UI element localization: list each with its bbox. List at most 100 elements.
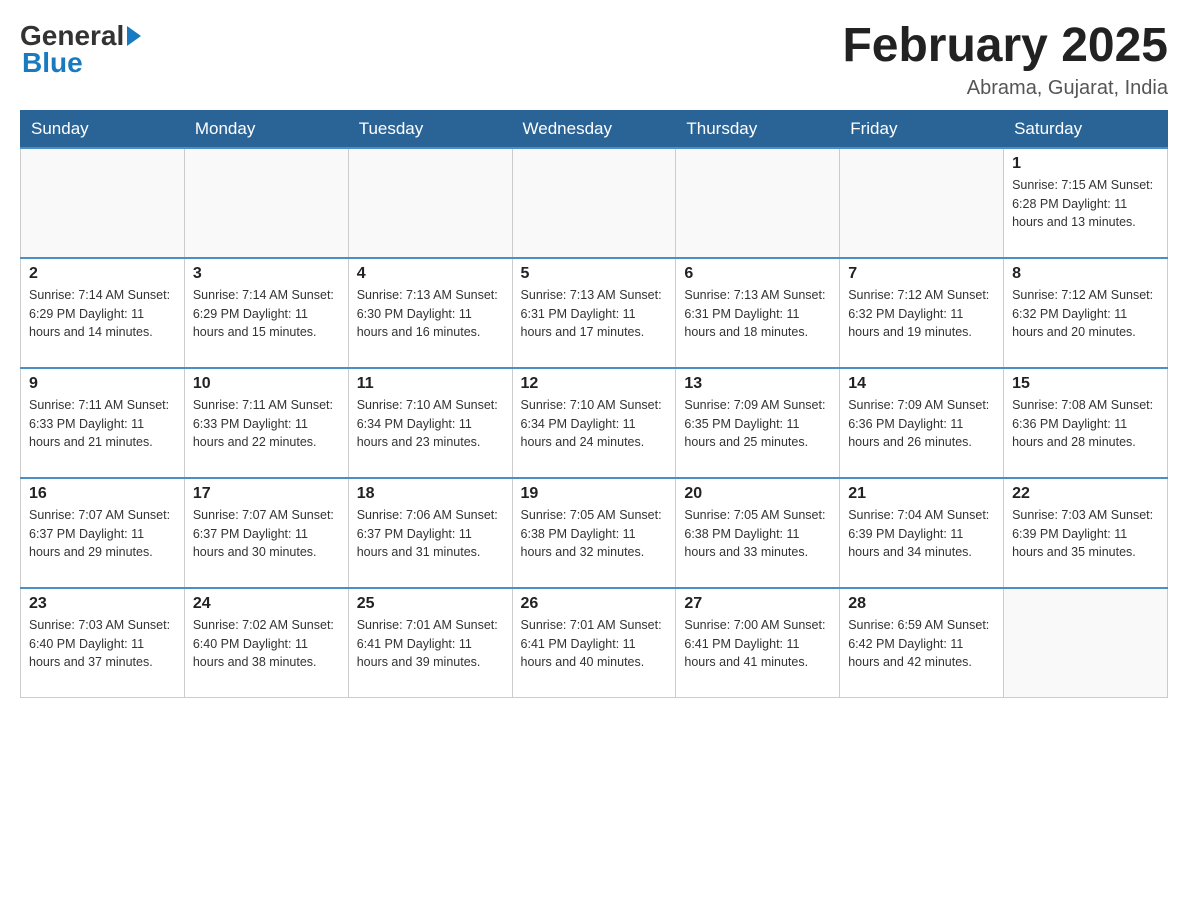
calendar-cell: 14 Sunrise: 7:09 AM Sunset: 6:36 PM Dayli… [840,368,1004,478]
weekday-header-tuesday: Tuesday [348,110,512,148]
day-number: 5 [521,265,668,283]
day-info: Sunrise: 7:05 AM Sunset: 6:38 PM Dayligh… [684,506,831,562]
day-info: Sunrise: 7:14 AM Sunset: 6:29 PM Dayligh… [193,286,340,342]
calendar-cell: 19Sunrise: 7:05 AM Sunset: 6:38 PM Dayli… [512,478,676,588]
day-number: 21 [848,485,995,503]
day-number: 11 [357,375,504,393]
weekday-header-row: SundayMondayTuesdayWednesdayThursdayFrid… [21,110,1168,148]
calendar-cell: 1Sunrise: 7:15 AM Sunset: 6:28 PM Daylig… [1004,148,1168,258]
calendar-cell: 28Sunrise: 6:59 AM Sunset: 6:42 PM Dayli… [840,588,1004,698]
day-info: Sunrise: 7:05 AM Sunset: 6:38 PM Dayligh… [521,506,668,562]
day-number: 16 [29,485,176,503]
day-info: Sunrise: 7:13 AM Sunset: 6:31 PM Dayligh… [521,286,668,342]
day-info: Sunrise: 7:01 AM Sunset: 6:41 PM Dayligh… [521,616,668,672]
calendar-cell: 26Sunrise: 7:01 AM Sunset: 6:41 PM Dayli… [512,588,676,698]
day-number: 3 [193,265,340,283]
day-info: Sunrise: 7:13 AM Sunset: 6:31 PM Dayligh… [684,286,831,342]
day-number: 7 [848,265,995,283]
day-info: Sunrise: 7:13 AM Sunset: 6:30 PM Dayligh… [357,286,504,342]
week-row-4: 16 Sunrise: 7:07 AM Sunset: 6:37 PM Dayli… [21,478,1168,588]
calendar-table: SundayMondayTuesdayWednesdayThursdayFrid… [20,110,1168,699]
calendar-cell [512,148,676,258]
calendar-cell: 22 Sunrise: 7:03 AM Sunset: 6:39 PM Dayli… [1004,478,1168,588]
day-info: Sunrise: 7:12 AM Sunset: 6:32 PM Dayligh… [1012,286,1159,342]
weekday-header-sunday: Sunday [21,110,185,148]
calendar-cell: 6 Sunrise: 7:13 AM Sunset: 6:31 PM Daylig… [676,258,840,368]
calendar-cell: 3 Sunrise: 7:14 AM Sunset: 6:29 PM Daylig… [184,258,348,368]
day-info: Sunrise: 7:03 AM Sunset: 6:39 PM Dayligh… [1012,506,1159,562]
day-number: 15 [1012,375,1159,393]
page-header: General Blue February 2025 Abrama, Gujar… [20,20,1168,100]
calendar-cell: 7Sunrise: 7:12 AM Sunset: 6:32 PM Daylig… [840,258,1004,368]
weekday-header-thursday: Thursday [676,110,840,148]
day-info: Sunrise: 7:07 AM Sunset: 6:37 PM Dayligh… [29,506,176,562]
day-info: Sunrise: 7:10 AM Sunset: 6:34 PM Dayligh… [357,396,504,452]
calendar-cell: 25Sunrise: 7:01 AM Sunset: 6:41 PM Dayli… [348,588,512,698]
calendar-cell [184,148,348,258]
day-info: Sunrise: 7:03 AM Sunset: 6:40 PM Dayligh… [29,616,176,672]
calendar-cell: 17 Sunrise: 7:07 AM Sunset: 6:37 PM Dayli… [184,478,348,588]
week-row-2: 2 Sunrise: 7:14 AM Sunset: 6:29 PM Daylig… [21,258,1168,368]
day-number: 2 [29,265,176,283]
calendar-cell [348,148,512,258]
day-info: Sunrise: 7:09 AM Sunset: 6:35 PM Dayligh… [684,396,831,452]
day-number: 23 [29,595,176,613]
calendar-cell: 2 Sunrise: 7:14 AM Sunset: 6:29 PM Daylig… [21,258,185,368]
weekday-header-friday: Friday [840,110,1004,148]
logo-arrow-icon [127,26,141,46]
day-info: Sunrise: 7:15 AM Sunset: 6:28 PM Dayligh… [1012,176,1159,232]
calendar-cell [840,148,1004,258]
weekday-header-monday: Monday [184,110,348,148]
month-title: February 2025 [842,20,1168,73]
title-section: February 2025 Abrama, Gujarat, India [842,20,1168,100]
day-info: Sunrise: 7:06 AM Sunset: 6:37 PM Dayligh… [357,506,504,562]
calendar-cell: 27 Sunrise: 7:00 AM Sunset: 6:41 PM Dayli… [676,588,840,698]
day-info: Sunrise: 7:07 AM Sunset: 6:37 PM Dayligh… [193,506,340,562]
calendar-cell: 23 Sunrise: 7:03 AM Sunset: 6:40 PM Dayli… [21,588,185,698]
day-number: 8 [1012,265,1159,283]
calendar-cell: 24Sunrise: 7:02 AM Sunset: 6:40 PM Dayli… [184,588,348,698]
week-row-1: 1Sunrise: 7:15 AM Sunset: 6:28 PM Daylig… [21,148,1168,258]
weekday-header-wednesday: Wednesday [512,110,676,148]
calendar-cell: 21 Sunrise: 7:04 AM Sunset: 6:39 PM Dayli… [840,478,1004,588]
day-number: 20 [684,485,831,503]
day-info: Sunrise: 7:11 AM Sunset: 6:33 PM Dayligh… [193,396,340,452]
calendar-cell: 13 Sunrise: 7:09 AM Sunset: 6:35 PM Dayli… [676,368,840,478]
day-info: Sunrise: 7:04 AM Sunset: 6:39 PM Dayligh… [848,506,995,562]
calendar-cell: 11 Sunrise: 7:10 AM Sunset: 6:34 PM Dayli… [348,368,512,478]
calendar-cell: 16 Sunrise: 7:07 AM Sunset: 6:37 PM Dayli… [21,478,185,588]
day-number: 27 [684,595,831,613]
day-number: 6 [684,265,831,283]
calendar-cell [1004,588,1168,698]
logo-blue-text: Blue [22,47,83,79]
day-number: 18 [357,485,504,503]
day-info: Sunrise: 7:01 AM Sunset: 6:41 PM Dayligh… [357,616,504,672]
day-info: Sunrise: 7:02 AM Sunset: 6:40 PM Dayligh… [193,616,340,672]
location-text: Abrama, Gujarat, India [842,77,1168,100]
calendar-cell: 20 Sunrise: 7:05 AM Sunset: 6:38 PM Dayli… [676,478,840,588]
day-number: 13 [684,375,831,393]
calendar-cell [676,148,840,258]
day-number: 10 [193,375,340,393]
day-info: Sunrise: 7:09 AM Sunset: 6:36 PM Dayligh… [848,396,995,452]
day-number: 22 [1012,485,1159,503]
calendar-cell: 4 Sunrise: 7:13 AM Sunset: 6:30 PM Daylig… [348,258,512,368]
calendar-cell: 18 Sunrise: 7:06 AM Sunset: 6:37 PM Dayli… [348,478,512,588]
calendar-cell: 12 Sunrise: 7:10 AM Sunset: 6:34 PM Dayli… [512,368,676,478]
calendar-cell [21,148,185,258]
weekday-header-saturday: Saturday [1004,110,1168,148]
day-info: Sunrise: 7:10 AM Sunset: 6:34 PM Dayligh… [521,396,668,452]
day-info: Sunrise: 7:14 AM Sunset: 6:29 PM Dayligh… [29,286,176,342]
week-row-3: 9Sunrise: 7:11 AM Sunset: 6:33 PM Daylig… [21,368,1168,478]
day-info: Sunrise: 7:08 AM Sunset: 6:36 PM Dayligh… [1012,396,1159,452]
calendar-cell: 15 Sunrise: 7:08 AM Sunset: 6:36 PM Dayli… [1004,368,1168,478]
week-row-5: 23 Sunrise: 7:03 AM Sunset: 6:40 PM Dayli… [21,588,1168,698]
day-number: 12 [521,375,668,393]
calendar-cell: 5 Sunrise: 7:13 AM Sunset: 6:31 PM Daylig… [512,258,676,368]
calendar-cell: 10 Sunrise: 7:11 AM Sunset: 6:33 PM Dayli… [184,368,348,478]
day-info: Sunrise: 7:00 AM Sunset: 6:41 PM Dayligh… [684,616,831,672]
day-number: 4 [357,265,504,283]
day-number: 28 [848,595,995,613]
day-number: 14 [848,375,995,393]
day-number: 17 [193,485,340,503]
